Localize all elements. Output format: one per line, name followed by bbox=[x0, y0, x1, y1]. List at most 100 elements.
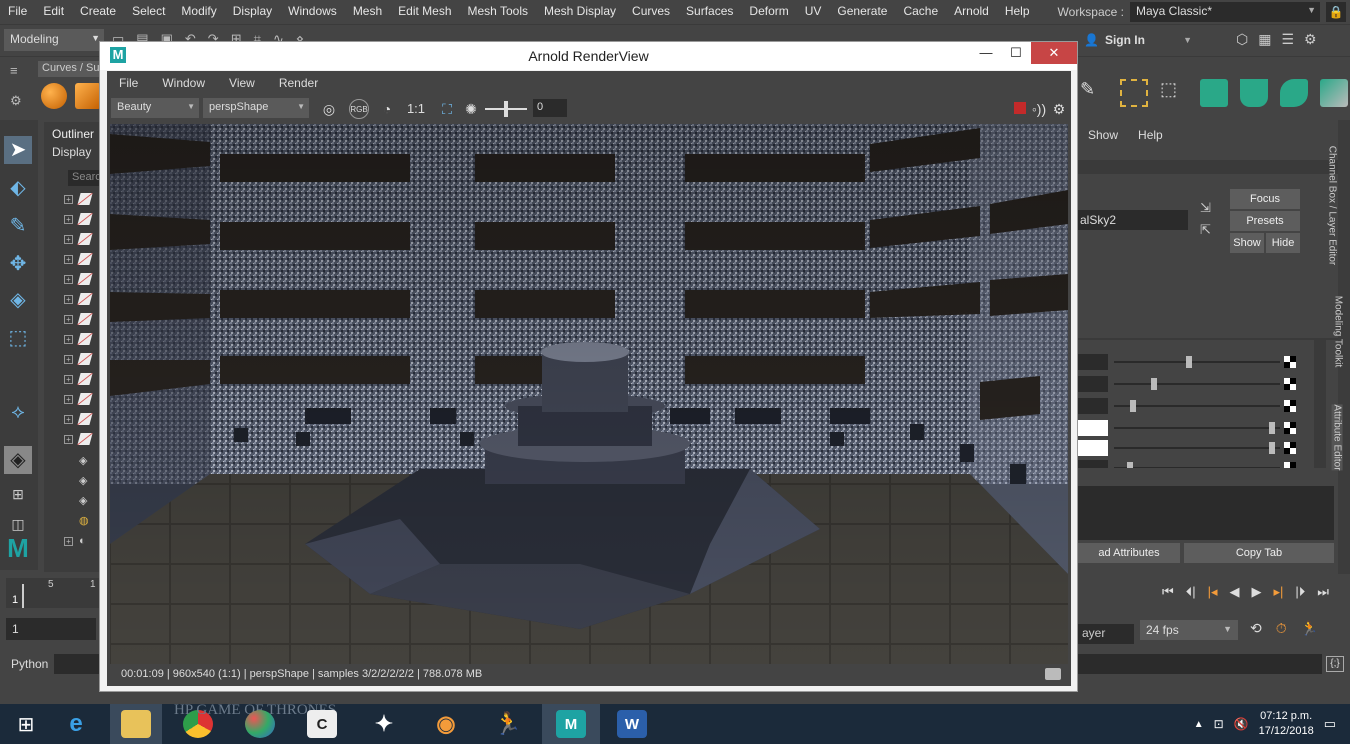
menu-arnold[interactable]: Arnold bbox=[946, 4, 997, 18]
menu-mesh[interactable]: Mesh bbox=[345, 4, 390, 18]
map-button-icon[interactable] bbox=[1284, 378, 1296, 390]
attribute-slider[interactable] bbox=[1078, 460, 1308, 468]
menu-file[interactable]: File bbox=[0, 4, 35, 18]
slider-track[interactable] bbox=[1114, 427, 1280, 429]
brush-icon[interactable]: ✎ bbox=[1080, 79, 1108, 107]
sphere-icon[interactable] bbox=[41, 83, 67, 109]
maximize-button[interactable]: ☐ bbox=[1001, 42, 1031, 64]
taskbar-explorer[interactable] bbox=[110, 704, 162, 744]
render-image[interactable] bbox=[110, 124, 1068, 664]
sign-in-button[interactable]: 👤 Sign In ▼ bbox=[1080, 29, 1192, 51]
play-forward-icon[interactable]: ▶ bbox=[1252, 584, 1262, 600]
step-forward-icon[interactable]: ▸| bbox=[1274, 584, 1284, 600]
taskbar-cinema4d[interactable]: C bbox=[296, 704, 348, 744]
slider-field[interactable] bbox=[1078, 398, 1108, 414]
outliner-display-menu[interactable]: Display bbox=[52, 145, 91, 159]
rv-menu-window[interactable]: Window bbox=[150, 76, 217, 90]
dotted-square-icon[interactable] bbox=[1120, 79, 1148, 107]
menu-uv[interactable]: UV bbox=[797, 4, 830, 18]
slider-field[interactable] bbox=[1078, 376, 1108, 392]
expand-icon[interactable]: + bbox=[64, 374, 73, 384]
menu-display[interactable]: Display bbox=[225, 4, 280, 18]
outliner-item[interactable]: ◈ bbox=[64, 452, 91, 470]
ae-menu-help[interactable]: Help bbox=[1138, 128, 1163, 142]
expand-icon[interactable]: + bbox=[64, 414, 73, 424]
window-titlebar[interactable]: M Arnold RenderView — ☐ ✕ bbox=[100, 42, 1077, 70]
outliner-item[interactable]: + bbox=[64, 270, 93, 288]
menu-cache[interactable]: Cache bbox=[895, 4, 946, 18]
map-button-icon[interactable] bbox=[1284, 422, 1296, 434]
ae-scrollbar[interactable] bbox=[1314, 340, 1326, 468]
outliner-item[interactable]: + bbox=[64, 350, 93, 368]
volume-icon[interactable]: 🔇 bbox=[1234, 717, 1249, 731]
notifications-icon[interactable]: ▭ bbox=[1324, 716, 1336, 732]
menu-mesh-display[interactable]: Mesh Display bbox=[536, 4, 624, 18]
single-view-icon[interactable]: ◈ bbox=[4, 446, 32, 474]
menu-mesh-tools[interactable]: Mesh Tools bbox=[460, 4, 536, 18]
expand-icon[interactable]: + bbox=[64, 254, 73, 264]
rotate-tool-icon[interactable]: ◈ bbox=[4, 286, 32, 314]
outliner-item[interactable]: + bbox=[64, 210, 93, 228]
side-tab-modeling-toolkit[interactable]: Modeling Toolkit bbox=[1332, 296, 1343, 368]
node-name-field[interactable]: alSky2 bbox=[1078, 210, 1188, 230]
attribute-slider[interactable] bbox=[1078, 420, 1308, 436]
outliner-item[interactable]: + bbox=[64, 410, 93, 428]
slider-track[interactable] bbox=[1114, 467, 1280, 468]
four-view-icon[interactable]: ⊞ bbox=[4, 480, 32, 508]
hide-button[interactable]: Hide bbox=[1266, 233, 1300, 253]
shelf-settings-icon[interactable]: ⚙ bbox=[10, 93, 22, 109]
taskbar-blender[interactable]: ◉ bbox=[420, 704, 472, 744]
rv-menu-render[interactable]: Render bbox=[267, 76, 330, 90]
load-attributes-button[interactable]: ad Attributes bbox=[1078, 543, 1180, 563]
poly-cube-icon[interactable] bbox=[1320, 79, 1348, 107]
outliner-item[interactable]: + bbox=[64, 430, 93, 448]
map-button-icon[interactable] bbox=[1284, 442, 1296, 454]
command-language-label[interactable]: Python bbox=[11, 657, 48, 671]
start-button[interactable]: ⊞ bbox=[0, 704, 52, 744]
ipr-icon[interactable]: ◦)) bbox=[1029, 99, 1049, 119]
outliner-item[interactable]: + bbox=[64, 230, 93, 248]
copy-tab-button[interactable]: Copy Tab bbox=[1184, 543, 1334, 563]
taskbar-maya[interactable]: M bbox=[542, 704, 600, 744]
poly-wave-icon[interactable] bbox=[1280, 79, 1308, 107]
snapshot-camera-icon[interactable] bbox=[1045, 668, 1061, 680]
menu-generate[interactable]: Generate bbox=[829, 4, 895, 18]
menu-create[interactable]: Create bbox=[72, 4, 124, 18]
outliner-item[interactable]: + bbox=[64, 310, 93, 328]
menu-set-dropdown[interactable]: Modeling bbox=[4, 29, 104, 51]
go-to-start-icon[interactable]: ⏮ bbox=[1162, 584, 1174, 600]
magic-select-icon[interactable]: ⬚ bbox=[1160, 79, 1188, 107]
expand-icon[interactable]: + bbox=[64, 234, 73, 244]
ae-menu-show[interactable]: Show bbox=[1088, 128, 1118, 142]
shelf-tab-curves-surfaces[interactable]: Curves / Su bbox=[38, 61, 104, 77]
map-button-icon[interactable] bbox=[1284, 400, 1296, 412]
slider-thumb[interactable] bbox=[1269, 442, 1276, 454]
slider-field[interactable] bbox=[1078, 460, 1108, 468]
side-tab-channel-box[interactable]: Channel Box / Layer Editor bbox=[1326, 146, 1337, 266]
slider-field[interactable] bbox=[1078, 440, 1108, 456]
slider-thumb[interactable] bbox=[1186, 356, 1192, 368]
expand-icon[interactable]: + bbox=[64, 334, 73, 344]
taskbar-zbrush[interactable]: 🏃 bbox=[482, 704, 534, 744]
select-tool-icon[interactable]: ➤ bbox=[4, 136, 32, 164]
auto-key-icon[interactable]: ⏱ bbox=[1276, 620, 1287, 637]
paint-select-icon[interactable]: ✎ bbox=[4, 212, 32, 240]
ratio-label[interactable]: 1:1 bbox=[403, 99, 429, 119]
exposure-icon[interactable]: ✺ bbox=[461, 99, 481, 119]
slider-thumb[interactable] bbox=[1130, 400, 1136, 412]
outliner-item[interactable]: + ◐ bbox=[64, 532, 91, 550]
lock-icon[interactable]: 🔒 bbox=[1326, 2, 1346, 22]
slider-thumb[interactable] bbox=[1126, 462, 1133, 468]
slider-field[interactable] bbox=[1078, 420, 1108, 436]
ae-notes[interactable] bbox=[1078, 486, 1334, 540]
map-button-icon[interactable] bbox=[1284, 462, 1296, 468]
close-button[interactable]: ✕ bbox=[1031, 42, 1077, 64]
slider-track[interactable] bbox=[1114, 383, 1280, 385]
expand-icon[interactable]: + bbox=[64, 314, 73, 324]
poly-bend-icon[interactable] bbox=[1240, 79, 1268, 107]
expand-icon[interactable]: + bbox=[64, 194, 73, 204]
outliner-item[interactable]: + bbox=[64, 390, 93, 408]
shelf-menu-icon[interactable]: ≡ bbox=[10, 63, 18, 78]
menu-modify[interactable]: Modify bbox=[173, 4, 224, 18]
grid-toggle-icon[interactable]: ▦ bbox=[1258, 31, 1271, 48]
